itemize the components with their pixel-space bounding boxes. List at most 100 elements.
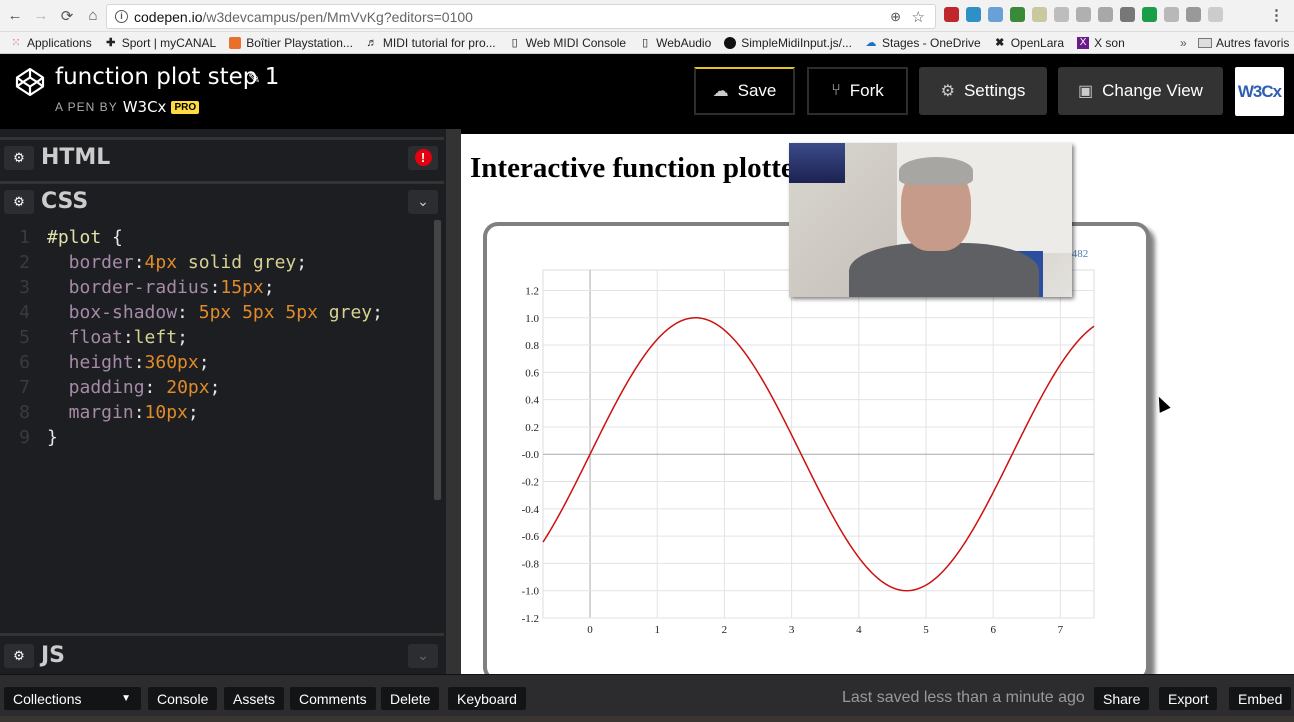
console-button[interactable]: Console bbox=[148, 687, 218, 710]
y-tick-label: -0.8 bbox=[522, 558, 540, 570]
other-bookmarks-folder[interactable]: Autres favoris bbox=[1198, 36, 1289, 50]
x-tick-label: 6 bbox=[990, 624, 996, 636]
js-collapse-chevron-icon[interactable]: ⌄ bbox=[408, 643, 438, 668]
comments-button[interactable]: Comments bbox=[290, 687, 376, 710]
bookmark-x-son[interactable]: X X son bbox=[1077, 36, 1125, 50]
bookmarks-more-button[interactable]: » bbox=[1180, 36, 1187, 50]
webcam-person-body bbox=[849, 243, 1039, 297]
css-settings-gear-icon[interactable]: ⚙ bbox=[4, 189, 34, 214]
pen-title[interactable]: function plot step 1 bbox=[55, 64, 279, 90]
codepen-header: function plot step 1 ✎ A PEN BY W3Cx PRO… bbox=[0, 55, 1294, 129]
extension-icon[interactable] bbox=[1054, 7, 1069, 22]
back-button[interactable]: ← bbox=[2, 7, 28, 24]
extension-icon[interactable] bbox=[988, 7, 1003, 22]
codepen-logo-icon[interactable] bbox=[15, 67, 45, 97]
assets-button[interactable]: Assets bbox=[224, 687, 285, 710]
html-editor-header[interactable]: ⚙ HTML ! bbox=[0, 137, 444, 175]
js-editor-header[interactable]: ⚙ JS ⌄ bbox=[0, 633, 444, 675]
extension-icon[interactable] bbox=[966, 7, 981, 22]
html-error-indicator[interactable]: ! bbox=[408, 145, 438, 170]
extension-icon[interactable] bbox=[1076, 7, 1091, 22]
user-avatar[interactable]: W3Cx bbox=[1235, 67, 1284, 116]
extension-icon[interactable] bbox=[1010, 7, 1025, 22]
settings-button[interactable]: ⚙ Settings bbox=[919, 67, 1047, 115]
bookmark-webaudio[interactable]: ▯ WebAudio bbox=[639, 36, 711, 50]
code-token: margin bbox=[47, 402, 134, 423]
bookmark-playstation[interactable]: Boîtier Playstation... bbox=[229, 36, 353, 50]
bookmark-midi-tutorial[interactable]: ♬ MIDI tutorial for pro... bbox=[366, 36, 495, 50]
bookmark-onedrive[interactable]: ☁ Stages - OneDrive bbox=[865, 36, 980, 50]
reload-button[interactable]: ⟳ bbox=[54, 7, 80, 25]
x-tick-label: 0 bbox=[587, 624, 593, 636]
dropdown-caret-icon: ▼ bbox=[121, 693, 131, 704]
x-tick-label: 5 bbox=[923, 624, 929, 636]
extension-icon[interactable] bbox=[1208, 7, 1223, 22]
extension-icons bbox=[944, 7, 1223, 22]
css-code-editor[interactable]: 1 #plot {2 border:4px solid grey; 3 border… bbox=[0, 220, 433, 628]
extension-icon[interactable] bbox=[944, 7, 959, 22]
share-button[interactable]: Share bbox=[1094, 687, 1150, 710]
apps-grid-icon: ⁙ bbox=[11, 36, 21, 49]
home-button[interactable]: ⌂ bbox=[80, 7, 106, 24]
zoom-icon[interactable]: ⊕ bbox=[890, 9, 901, 25]
extension-icon[interactable] bbox=[1098, 7, 1113, 22]
code-token: ; bbox=[187, 402, 199, 423]
edit-title-pencil-icon[interactable]: ✎ bbox=[248, 69, 261, 87]
folder-icon bbox=[1198, 37, 1212, 48]
extension-icon[interactable] bbox=[1186, 7, 1201, 22]
code-token: ; bbox=[372, 302, 383, 323]
extension-icon[interactable] bbox=[1164, 7, 1179, 22]
bookmark-mycanal[interactable]: ✚ Sport | myCANAL bbox=[105, 36, 216, 50]
code-token: border bbox=[47, 252, 134, 273]
html-settings-gear-icon[interactable]: ⚙ bbox=[4, 145, 34, 170]
save-button[interactable]: ☁ Save bbox=[694, 67, 795, 115]
fork-button[interactable]: ⑂ Fork bbox=[807, 67, 908, 115]
js-settings-gear-icon[interactable]: ⚙ bbox=[4, 643, 34, 668]
plus-icon: ✚ bbox=[106, 36, 116, 49]
code-line: 5 float: left; bbox=[0, 325, 188, 350]
webcam-overlay bbox=[789, 143, 1072, 297]
bookmark-label: Applications bbox=[27, 35, 92, 50]
pen-author-line: A PEN BY W3Cx PRO bbox=[55, 98, 200, 116]
line-number: 6 bbox=[19, 352, 30, 373]
keyboard-button[interactable]: Keyboard bbox=[448, 687, 526, 710]
line-number: 5 bbox=[19, 327, 30, 348]
bookmark-openlara[interactable]: ✖ OpenLara bbox=[994, 36, 1064, 50]
bookmark-star-icon[interactable]: ☆ bbox=[912, 8, 925, 26]
code-token: ; bbox=[209, 377, 221, 398]
change-view-button[interactable]: ▣ Change View bbox=[1058, 67, 1223, 115]
browser-menu-icon[interactable]: ⋮ bbox=[1269, 6, 1284, 24]
collections-dropdown[interactable]: Collections ▼ bbox=[4, 687, 141, 710]
fork-label: Fork bbox=[849, 81, 884, 100]
extension-icon[interactable] bbox=[1032, 7, 1047, 22]
css-editor-title: CSS bbox=[41, 189, 89, 214]
code-token: ; bbox=[198, 352, 210, 373]
extension-icon[interactable] bbox=[1120, 7, 1135, 22]
code-token: : bbox=[144, 377, 167, 398]
delete-button[interactable]: Delete bbox=[381, 687, 440, 710]
box-icon bbox=[229, 36, 242, 49]
export-button[interactable]: Export bbox=[1159, 687, 1218, 710]
line-number: 9 bbox=[19, 427, 30, 448]
author-link[interactable]: W3Cx bbox=[123, 98, 167, 116]
code-token: } bbox=[47, 427, 58, 448]
pane-resize-handle[interactable] bbox=[446, 129, 461, 674]
preview-heading: Interactive function plotter bbox=[470, 152, 807, 184]
css-editor-header[interactable]: ⚙ CSS ⌄ bbox=[0, 181, 444, 219]
webcam-poster bbox=[789, 143, 845, 183]
address-bar[interactable]: i codepen.io/w3devcampus/pen/MmVvKg?edit… bbox=[106, 4, 936, 29]
bookmark-label: OpenLara bbox=[1010, 35, 1065, 50]
bookmark-web-midi-console[interactable]: ▯ Web MIDI Console bbox=[509, 36, 627, 50]
forward-button[interactable]: → bbox=[28, 7, 54, 24]
css-editor-scrollbar[interactable] bbox=[434, 220, 441, 500]
css-collapse-chevron-icon[interactable]: ⌄ bbox=[408, 189, 438, 214]
line-number: 7 bbox=[19, 377, 30, 398]
dock-strip bbox=[0, 716, 1294, 722]
embed-button[interactable]: Embed bbox=[1229, 687, 1292, 710]
info-icon[interactable]: i bbox=[115, 10, 128, 23]
line-number: 8 bbox=[19, 402, 30, 423]
bookmark-applications[interactable]: ⁙ Applications bbox=[10, 35, 92, 50]
bookmark-simplemidiinput[interactable]: SimpleMidiInput.js/... bbox=[724, 36, 852, 50]
code-token: { bbox=[112, 227, 123, 248]
extension-icon[interactable] bbox=[1142, 7, 1157, 22]
